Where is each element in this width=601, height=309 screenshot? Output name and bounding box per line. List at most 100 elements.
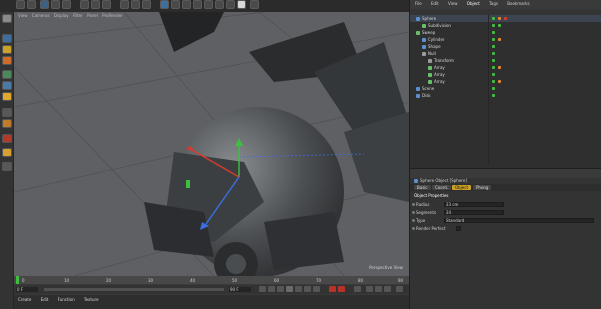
prev-key-icon[interactable] <box>268 286 275 292</box>
visibility-icon[interactable] <box>492 38 495 41</box>
visibility-icon[interactable] <box>492 80 495 83</box>
om-menu-object[interactable]: Object <box>467 1 480 6</box>
om-menu-file[interactable]: File <box>415 1 422 6</box>
deformer-icon[interactable] <box>204 0 213 9</box>
object-row-scene[interactable]: Scene <box>410 85 601 92</box>
object-row-cylinder[interactable]: Cylinder <box>410 36 601 43</box>
menu-cameras[interactable]: Cameras <box>32 13 50 18</box>
menu-panel[interactable]: Panel <box>87 13 98 18</box>
phong-tag-icon[interactable] <box>498 80 501 83</box>
render-perfect-checkbox[interactable] <box>456 226 461 231</box>
subdivision-icon[interactable] <box>182 0 191 9</box>
next-frame-icon[interactable] <box>295 286 302 292</box>
phong-tag-icon[interactable] <box>498 17 501 20</box>
scene-icon[interactable] <box>215 0 224 9</box>
menu-prorender[interactable]: ProRender <box>102 13 123 18</box>
record-icon[interactable] <box>329 286 336 292</box>
menu-display[interactable]: Display <box>54 13 69 18</box>
solo-icon[interactable] <box>2 148 12 157</box>
snap-icon[interactable] <box>2 134 12 143</box>
visibility-icon[interactable] <box>492 17 495 20</box>
object-row-shape[interactable]: Shape <box>410 43 601 50</box>
perspective-viewport[interactable]: Perspective View <box>14 12 409 276</box>
prev-frame-icon[interactable] <box>277 286 284 292</box>
object-row-array-1[interactable]: Array <box>410 64 601 71</box>
visibility-icon[interactable] <box>492 94 495 97</box>
object-row-sweep[interactable]: Sweep <box>410 29 601 36</box>
render-icon[interactable] <box>131 0 140 9</box>
om-menu-edit[interactable]: Edit <box>431 1 439 6</box>
cube-icon[interactable] <box>160 0 169 9</box>
om-menu-view[interactable]: View <box>448 1 458 6</box>
phong-tag-icon[interactable] <box>498 66 501 69</box>
visibility-icon[interactable] <box>492 66 495 69</box>
om-menu-bookmarks[interactable]: Bookmarks <box>507 1 529 6</box>
object-row-array-2[interactable]: Array <box>410 71 601 78</box>
menu-view[interactable]: View <box>18 13 28 18</box>
visibility-icon[interactable] <box>492 59 495 62</box>
model-mode-icon[interactable] <box>2 34 12 43</box>
points-mode-icon[interactable] <box>2 70 12 79</box>
tweak-icon[interactable] <box>2 119 12 128</box>
keyframe-dot-icon[interactable] <box>412 227 415 230</box>
om-menu-tags[interactable]: Tags <box>489 1 498 6</box>
undo-icon[interactable] <box>16 0 25 9</box>
array-icon[interactable] <box>193 0 202 9</box>
axis-z-icon[interactable] <box>102 0 111 9</box>
playhead[interactable] <box>16 276 19 284</box>
edges-mode-icon[interactable] <box>2 81 12 90</box>
check-icon[interactable] <box>498 24 501 27</box>
polygons-mode-icon[interactable] <box>2 92 12 101</box>
move-tool-icon[interactable] <box>40 0 49 9</box>
object-row-sphere[interactable]: Sphere <box>410 15 601 22</box>
scale-tool-icon[interactable] <box>51 0 60 9</box>
enable-axis-icon[interactable] <box>2 108 12 117</box>
tab-texture[interactable]: Texture <box>84 297 99 302</box>
visibility-icon[interactable] <box>492 52 495 55</box>
visibility-icon[interactable] <box>492 24 495 27</box>
light-icon[interactable] <box>237 0 246 9</box>
tab-create[interactable]: Create <box>18 297 31 302</box>
pen-icon[interactable] <box>171 0 180 9</box>
render-settings-icon[interactable] <box>142 0 151 9</box>
phong-tag-icon[interactable] <box>498 38 501 41</box>
type-dropdown[interactable]: Standard <box>444 218 594 223</box>
visibility-icon[interactable] <box>492 31 495 34</box>
end-frame-field[interactable]: 90 F <box>229 287 251 292</box>
keyframe-dot-icon[interactable] <box>412 219 415 222</box>
visibility-icon[interactable] <box>492 45 495 48</box>
object-row-null[interactable]: Null <box>410 50 601 57</box>
menu-filter[interactable]: Filter <box>73 13 83 18</box>
workplane-lock-icon[interactable] <box>2 162 12 171</box>
workplane-icon[interactable] <box>250 0 259 9</box>
start-frame-field[interactable]: 0 F <box>16 287 38 292</box>
visibility-icon[interactable] <box>492 73 495 76</box>
autokey-icon[interactable] <box>338 286 345 292</box>
object-row-disk[interactable]: Disk <box>410 92 601 99</box>
texture-mode-icon[interactable] <box>2 45 12 54</box>
tab-function[interactable]: Function <box>58 297 75 302</box>
axis-mode-icon[interactable] <box>2 56 12 65</box>
segments-field[interactable]: 24 <box>444 210 504 215</box>
rotate-tool-icon[interactable] <box>62 0 71 9</box>
next-key-icon[interactable] <box>304 286 311 292</box>
timeline-ruler[interactable]: 0 10 20 30 40 50 60 70 80 90 <box>14 276 409 284</box>
render-view-icon[interactable] <box>120 0 129 9</box>
keyframe-selection-icon[interactable] <box>354 286 361 292</box>
object-row-transform[interactable]: Transform <box>410 57 601 64</box>
camera-icon[interactable] <box>226 0 235 9</box>
material-tag-icon[interactable] <box>504 17 507 20</box>
timeline-menu-icon[interactable] <box>396 286 403 292</box>
play-icon[interactable] <box>286 286 293 292</box>
tab-basic[interactable]: Basic <box>414 185 431 190</box>
keyframe-dot-icon[interactable] <box>412 203 415 206</box>
redo-icon[interactable] <box>27 0 36 9</box>
position-key-icon[interactable] <box>366 286 373 292</box>
object-row-subdivision[interactable]: Subdivision <box>410 22 601 29</box>
goto-end-icon[interactable] <box>313 286 320 292</box>
tab-edit[interactable]: Edit <box>41 297 49 302</box>
tab-phong[interactable]: Phong <box>473 185 492 190</box>
axis-y-icon[interactable] <box>91 0 100 9</box>
keyframe-dot-icon[interactable] <box>412 211 415 214</box>
rotation-key-icon[interactable] <box>375 286 382 292</box>
